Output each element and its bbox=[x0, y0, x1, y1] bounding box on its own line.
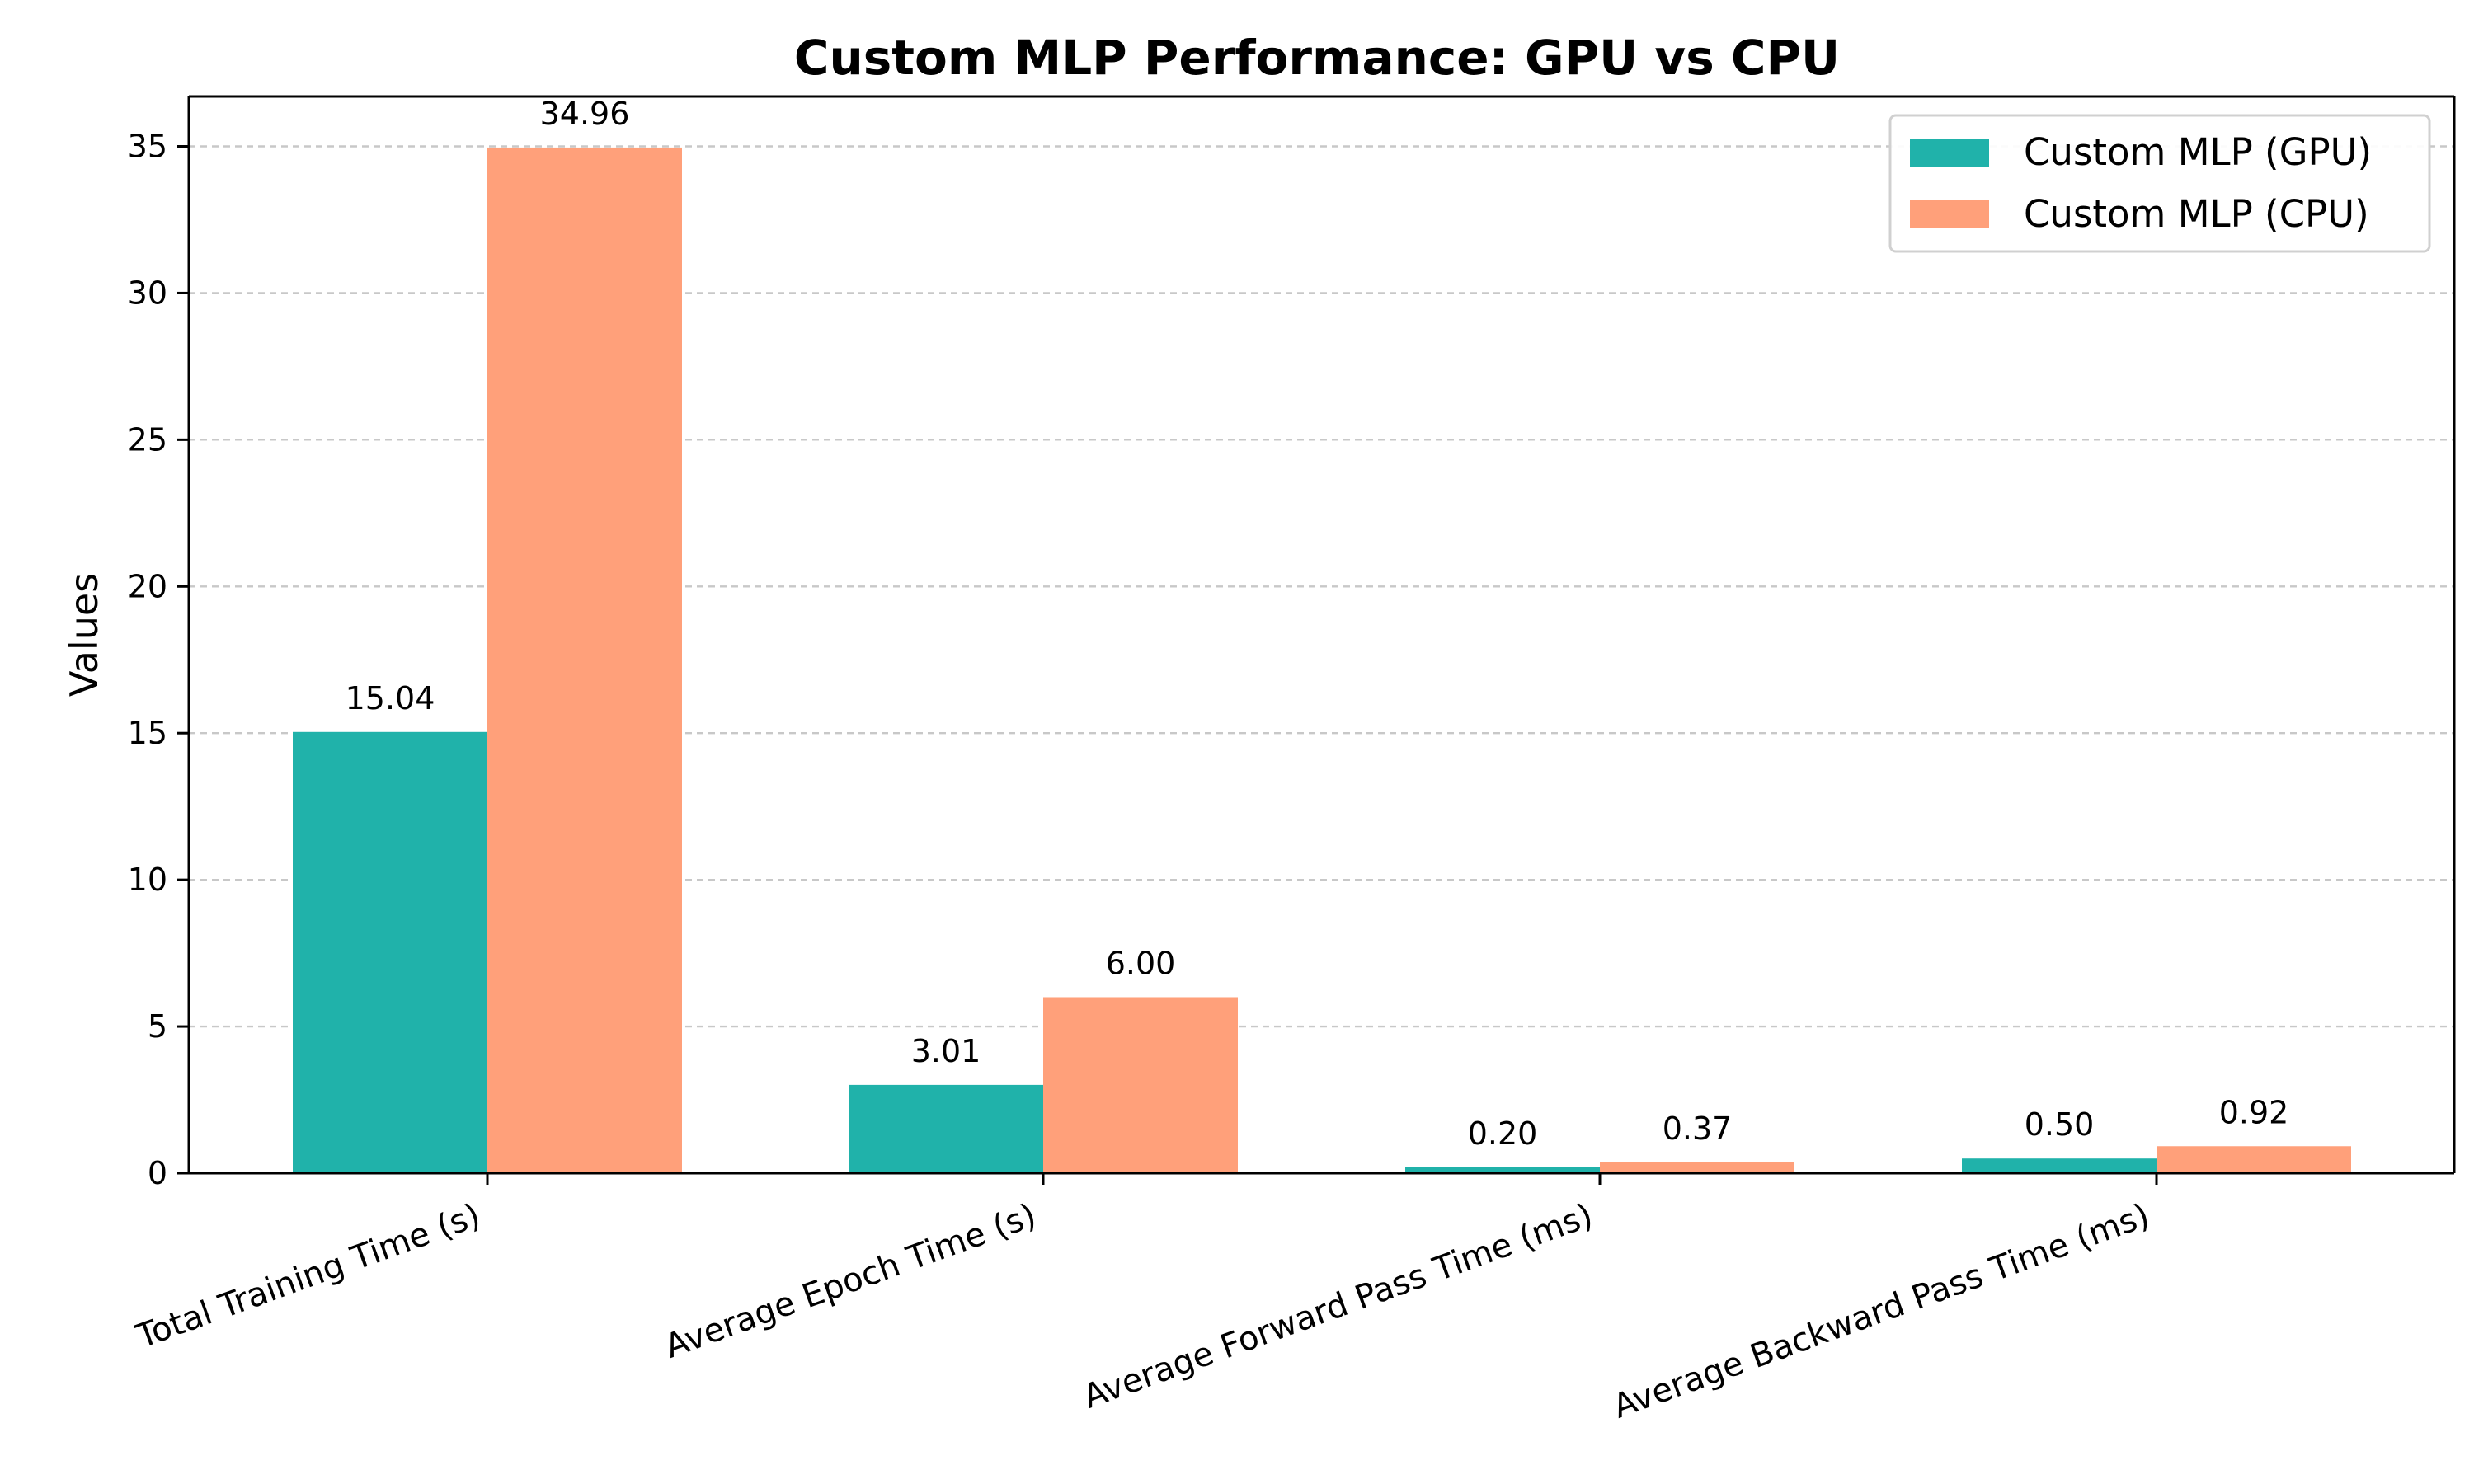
data-label-cpu-1: 34.96 bbox=[540, 96, 630, 132]
y-tick-label-10: 10 bbox=[128, 862, 167, 898]
bar-gpu-2 bbox=[849, 1084, 1043, 1173]
data-label-cpu-3: 0.37 bbox=[1663, 1111, 1733, 1147]
legend-swatch-gpu bbox=[1910, 139, 1989, 167]
y-axis-label: Values bbox=[62, 573, 106, 697]
x-tick-label-4: Average Backward Pass Time (ms) bbox=[1608, 1196, 2154, 1426]
bar-gpu-1 bbox=[293, 731, 487, 1173]
x-tick-label-1: Total Training Time (s) bbox=[131, 1196, 486, 1356]
data-label-gpu-2: 3.01 bbox=[911, 1033, 981, 1069]
bar-cpu-2 bbox=[1043, 997, 1238, 1173]
x-tick-label-2: Average Epoch Time (s) bbox=[660, 1196, 1041, 1366]
y-tick-label-15: 15 bbox=[128, 715, 167, 751]
data-label-cpu-2: 6.00 bbox=[1106, 945, 1176, 981]
data-label-gpu-4: 0.50 bbox=[2025, 1106, 2095, 1143]
bar-cpu-1 bbox=[487, 147, 682, 1174]
x-tick-label-3: Average Forward Pass Time (ms) bbox=[1079, 1196, 1598, 1416]
data-label-gpu-3: 0.20 bbox=[1468, 1115, 1538, 1152]
y-tick-label-0: 0 bbox=[148, 1155, 167, 1191]
y-tick-label-20: 20 bbox=[128, 568, 167, 604]
bar-cpu-4 bbox=[2157, 1146, 2351, 1173]
y-tick-label-35: 35 bbox=[128, 128, 167, 164]
bar-cpu-3 bbox=[1600, 1162, 1794, 1173]
chart-svg: 15.04 3.01 0.20 0.50 34.96 6.00 0.37 0.92 0 5 10 15… bbox=[62, 30, 2456, 1426]
legend-label-cpu: Custom MLP (CPU) bbox=[2024, 192, 2369, 236]
y-tick-label-30: 30 bbox=[128, 275, 167, 311]
chart-container: 15.04 3.01 0.20 0.50 34.96 6.00 0.37 0.92 0 5 10 15… bbox=[0, 0, 2474, 1484]
y-tick-label-25: 25 bbox=[128, 421, 167, 458]
chart-title: Custom MLP Performance: GPU vs CPU bbox=[794, 30, 1840, 86]
legend-layer: Custom MLP (GPU) Custom MLP (CPU) bbox=[1888, 114, 2431, 253]
bar-gpu-4 bbox=[1962, 1158, 2157, 1173]
data-label-cpu-4: 0.92 bbox=[2219, 1094, 2289, 1130]
data-label-gpu-1: 15.04 bbox=[346, 680, 435, 716]
legend-label-gpu: Custom MLP (GPU) bbox=[2024, 130, 2372, 174]
bars-layer bbox=[293, 147, 2351, 1174]
legend-swatch-cpu bbox=[1910, 200, 1989, 228]
y-tick-label-5: 5 bbox=[148, 1008, 167, 1045]
